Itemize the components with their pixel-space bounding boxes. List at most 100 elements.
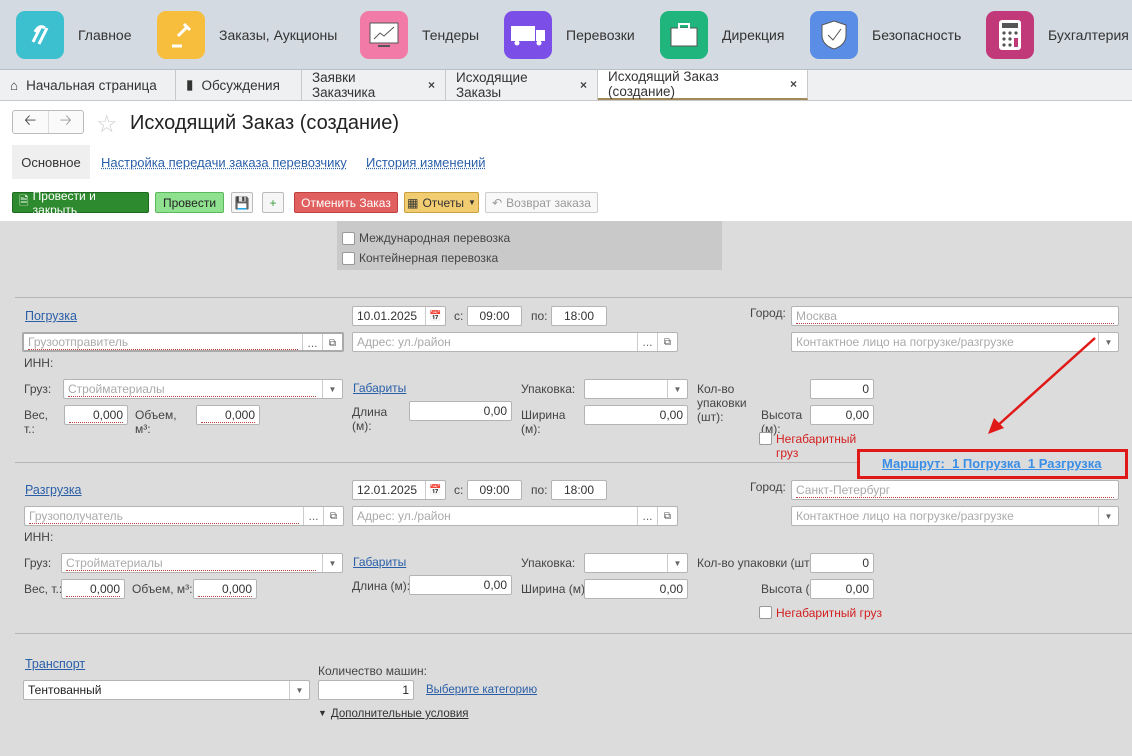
section-main[interactable]: Главное: [16, 10, 132, 60]
section-orders[interactable]: Заказы, Аукционы: [157, 10, 337, 60]
unloading-link[interactable]: Разгрузка: [25, 483, 82, 497]
chevron-down-icon[interactable]: ▼: [1098, 507, 1118, 525]
inn-label: ИНН:: [24, 530, 54, 544]
back-button[interactable]: 🡠: [13, 111, 48, 133]
loading-width-input[interactable]: 0,00: [584, 405, 688, 425]
vehicle-count-input[interactable]: 1: [318, 680, 414, 700]
unloading-width-input[interactable]: 0,00: [584, 579, 688, 599]
unloading-length-input[interactable]: 0,00: [409, 575, 512, 595]
container-checkbox[interactable]: [342, 252, 355, 265]
chevron-down-icon[interactable]: ▼: [667, 380, 687, 398]
unloading-address-input[interactable]: Адрес: ул./район... ⧉: [352, 506, 678, 526]
width-label: Ширина (м):: [521, 582, 589, 596]
section-transport[interactable]: Перевозки: [504, 10, 635, 60]
open-icon[interactable]: ⧉: [323, 507, 343, 525]
chevron-down-icon[interactable]: ▼: [322, 380, 342, 398]
favorite-star-icon[interactable]: ☆: [96, 110, 118, 139]
tab-label: Обсуждения: [201, 77, 280, 93]
transport-link[interactable]: Транспорт: [25, 657, 85, 671]
open-icon[interactable]: ⧉: [657, 507, 677, 525]
chevron-down-icon[interactable]: ▼: [289, 681, 309, 699]
open-icon[interactable]: ⧉: [657, 333, 677, 351]
calendar-icon[interactable]: 📅: [425, 481, 445, 499]
select-button[interactable]: ...: [303, 507, 323, 525]
tab-customer-requests[interactable]: Заявки Заказчика ×: [302, 70, 446, 100]
chevron-down-icon[interactable]: ▼: [667, 554, 687, 572]
loading-volume-input[interactable]: 0,000: [196, 405, 260, 425]
post-and-close-button[interactable]: 🗎 Провести и закрыть: [12, 189, 149, 217]
copy-document-icon[interactable]: +: [262, 192, 284, 213]
city-label: Город:: [750, 480, 786, 494]
loading-packaging-select[interactable]: ▼: [584, 379, 688, 399]
reports-button[interactable]: ▦ Отчеты ▼: [404, 192, 479, 213]
unloading-packaging-select[interactable]: ▼: [584, 553, 688, 573]
tab-outgoing-orders[interactable]: Исходящие Заказы ×: [446, 70, 598, 100]
loading-link[interactable]: Погрузка: [25, 309, 77, 323]
chevron-down-icon[interactable]: ▼: [322, 554, 342, 572]
unloading-contact-select[interactable]: Контактное лицо на погрузке/разгрузке ▼: [791, 506, 1119, 526]
loading-date-input[interactable]: 10.01.2025 📅: [352, 306, 446, 326]
post-button[interactable]: Провести: [155, 192, 224, 213]
document-check-icon: 🗎: [19, 194, 29, 208]
loading-oversize-checkbox[interactable]: [759, 432, 772, 445]
loading-height-input[interactable]: 0,00: [810, 405, 874, 425]
section-security[interactable]: Безопасность: [810, 10, 961, 60]
section-tenders[interactable]: Тендеры: [360, 10, 479, 60]
tab-history[interactable]: История изменений: [366, 155, 486, 170]
unloading-pack-count-input[interactable]: 0: [810, 553, 874, 573]
forward-button[interactable]: 🡢: [47, 111, 84, 133]
unloading-time-to-input[interactable]: 18:00: [551, 480, 607, 500]
tab-label: Начальная страница: [26, 77, 157, 93]
shipper-input[interactable]: Грузоотправитель... ⧉: [22, 332, 344, 352]
unloading-city-input[interactable]: Санкт-Петербург: [791, 480, 1119, 500]
unloading-volume-input[interactable]: 0,000: [193, 579, 257, 599]
tab-home[interactable]: ⌂ Начальная страница: [0, 70, 176, 100]
history-nav: 🡠 🡢: [12, 110, 84, 134]
tab-outgoing-order-create[interactable]: Исходящий Заказ (создание) ×: [598, 69, 808, 100]
calendar-icon[interactable]: 📅: [425, 307, 445, 325]
section-label: Заказы, Аукционы: [219, 27, 338, 43]
packaging-label: Упаковка:: [521, 382, 576, 396]
unloading-weight-input[interactable]: 0,000: [61, 579, 125, 599]
loading-length-input[interactable]: 0,00: [409, 401, 512, 421]
unloading-time-from-input[interactable]: 09:00: [467, 480, 522, 500]
close-icon[interactable]: ×: [580, 78, 587, 92]
button-label: Возврат заказа: [506, 195, 591, 210]
unloading-oversize-checkbox[interactable]: [759, 606, 772, 619]
loading-time-to-input[interactable]: 18:00: [551, 306, 607, 326]
divider: [15, 633, 1132, 634]
tab-main[interactable]: Основное: [12, 145, 90, 179]
unloading-date-input[interactable]: 12.01.2025 📅: [352, 480, 446, 500]
loading-city-input[interactable]: Москва: [791, 306, 1119, 326]
loading-time-from-input[interactable]: 09:00: [467, 306, 522, 326]
select-button[interactable]: ...: [637, 333, 657, 351]
select-button[interactable]: ...: [302, 334, 322, 350]
route-link[interactable]: Маршрут: 1 Погрузка 1 Разгрузка: [882, 456, 1102, 471]
transport-type-select[interactable]: Тентованный ▼: [23, 680, 310, 700]
section-directorate[interactable]: Дирекция: [660, 10, 784, 60]
open-icon[interactable]: ⧉: [322, 334, 342, 350]
loading-cargo-select[interactable]: Стройматериалы ▼: [63, 379, 343, 399]
sections-panel: Главное Заказы, Аукционы Тендеры Перевоз…: [0, 0, 1132, 70]
tab-discussions[interactable]: ▮ Обсуждения: [176, 70, 302, 100]
loading-address-input[interactable]: Адрес: ул./район... ⧉: [352, 332, 678, 352]
international-checkbox[interactable]: [342, 232, 355, 245]
unloading-height-input[interactable]: 0,00: [810, 579, 874, 599]
return-order-button[interactable]: ↶ Возврат заказа: [485, 192, 598, 213]
save-icon[interactable]: 💾: [231, 192, 253, 213]
consignee-input[interactable]: Грузополучатель... ⧉: [24, 506, 344, 526]
cancel-order-button[interactable]: Отменить Заказ: [294, 192, 398, 213]
unloading-cargo-select[interactable]: Стройматериалы ▼: [61, 553, 343, 573]
extra-conditions-toggle[interactable]: ▼ Дополнительные условия: [318, 708, 469, 720]
dimensions-link[interactable]: Габариты: [353, 381, 406, 395]
loading-pack-count-input[interactable]: 0: [810, 379, 874, 399]
loading-weight-input[interactable]: 0,000: [64, 405, 128, 425]
close-icon[interactable]: ×: [790, 77, 797, 91]
close-icon[interactable]: ×: [428, 78, 435, 92]
tab-carrier-settings[interactable]: Настройка передачи заказа перевозчику: [101, 155, 347, 170]
choose-category-link[interactable]: Выберите категорию: [426, 684, 537, 696]
select-button[interactable]: ...: [637, 507, 657, 525]
dimensions-link[interactable]: Габариты: [353, 555, 406, 569]
international-label: Международная перевозка: [359, 231, 511, 245]
section-accounting[interactable]: Бухгалтерия: [986, 10, 1129, 60]
